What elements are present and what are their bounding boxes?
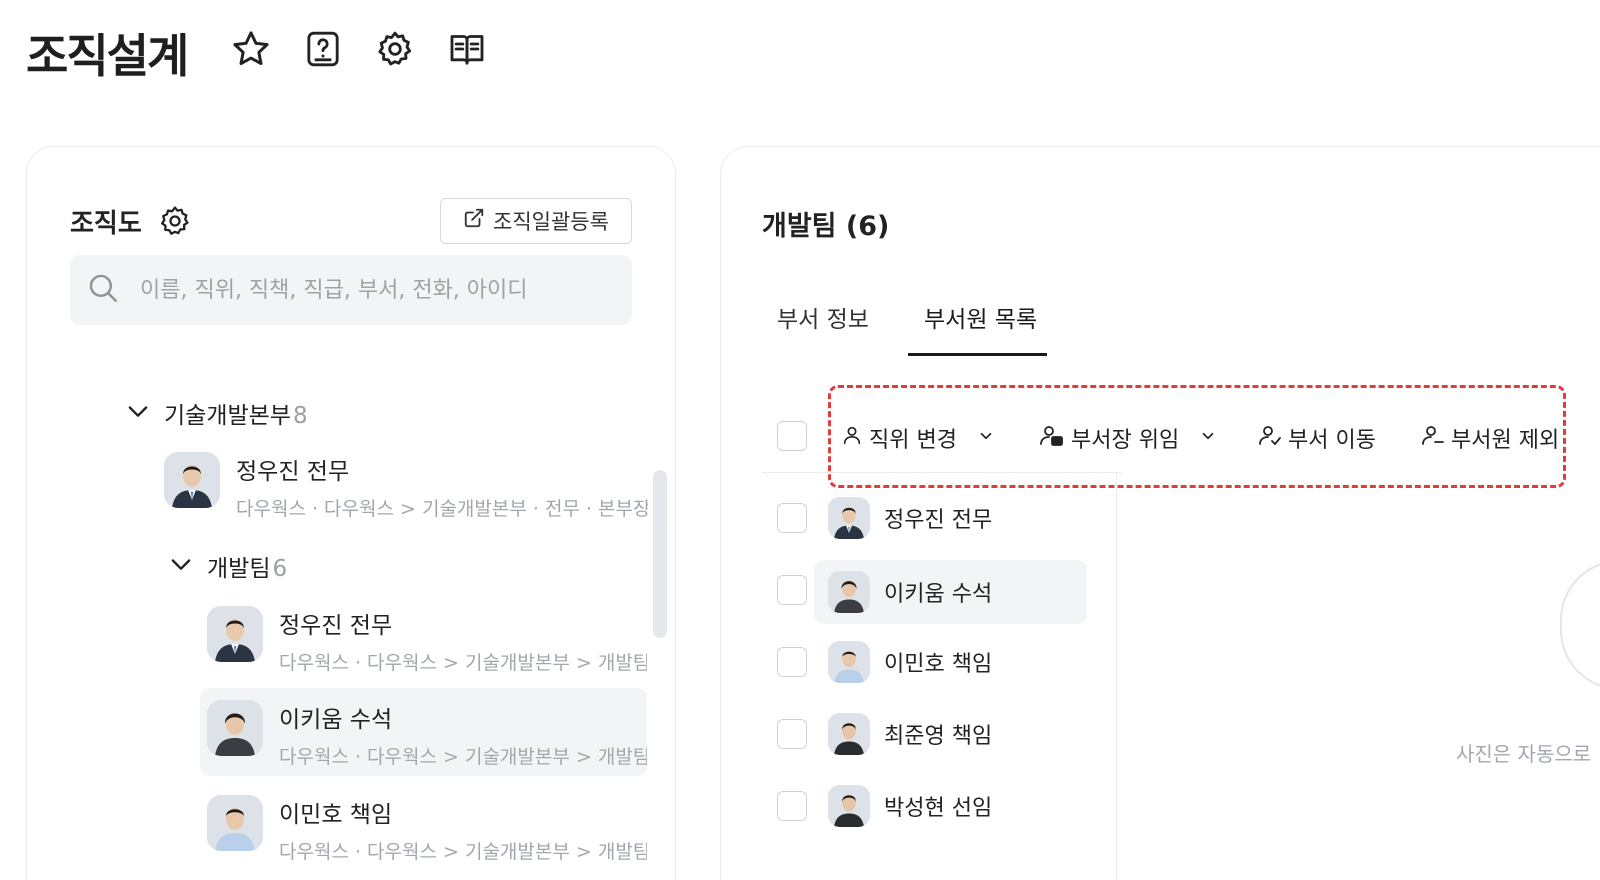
remove-member-button[interactable]: 부서원 제외	[1421, 422, 1559, 454]
team-count: 6	[272, 556, 288, 582]
member-checkbox[interactable]	[777, 503, 807, 533]
list-item[interactable]: 최준영 책임	[828, 713, 992, 755]
avatar	[828, 641, 870, 683]
bulk-register-button[interactable]: 조직일괄등록	[440, 198, 632, 244]
member-name: 이민호 책임	[884, 652, 993, 677]
list-item[interactable]: 이민호 책임	[828, 641, 992, 683]
star-icon[interactable]	[230, 28, 272, 70]
page-title: 조직설계	[26, 29, 189, 83]
remove-member-label: 부서원 제외	[1451, 428, 1560, 453]
bulk-register-label: 조직일괄등록	[493, 211, 609, 234]
tab-dept-info[interactable]: 부서 정보	[777, 300, 869, 334]
person-name: 이민호 책임	[279, 802, 393, 828]
move-department-label: 부서 이동	[1288, 428, 1376, 453]
user-crown-icon	[1039, 423, 1065, 453]
member-checkbox[interactable]	[777, 575, 807, 605]
user-icon	[841, 423, 863, 453]
tree-node-team[interactable]: 개발팀6	[167, 549, 287, 583]
org-chart-title: 조직도	[70, 209, 142, 239]
person-path: 다우웍스 · 다우웍스 > 기술개발본부 > 개발팀	[279, 841, 647, 863]
member-checkbox[interactable]	[777, 791, 807, 821]
change-position-button[interactable]: 직위 변경	[841, 422, 995, 454]
team-label: 개발팀	[207, 556, 271, 582]
tree-scrollbar[interactable]	[653, 470, 667, 638]
move-department-button[interactable]: 부서 이동	[1258, 422, 1376, 454]
avatar	[207, 700, 263, 756]
divider	[1116, 472, 1117, 880]
avatar	[207, 795, 263, 851]
divider	[762, 472, 1122, 473]
member-name: 이키움 수석	[884, 582, 993, 607]
avatar	[828, 571, 870, 613]
avatar	[207, 606, 263, 662]
member-name: 정우진 전무	[884, 508, 993, 533]
org-search-box[interactable]	[70, 255, 632, 325]
department-title: 개발팀 (6)	[762, 211, 890, 242]
chevron-down-icon[interactable]	[124, 397, 152, 429]
chevron-down-icon	[977, 426, 995, 451]
list-item[interactable]: 정우진 전무	[828, 497, 992, 539]
tree-node-division[interactable]: 기술개발본부8	[124, 396, 308, 430]
division-label: 기술개발본부	[164, 403, 291, 429]
delegate-head-label: 부서장 위임	[1071, 428, 1180, 453]
help-icon[interactable]	[302, 28, 344, 70]
tree-person[interactable]: 정우진 전무 다우웍스 · 다우웍스 > 기술개발본부 > 개발팀	[207, 606, 647, 675]
tab-member-list[interactable]: 부서원 목록	[924, 300, 1037, 334]
member-name: 최준영 책임	[884, 724, 993, 749]
division-count: 8	[292, 403, 308, 429]
avatar	[828, 785, 870, 827]
person-path: 다우웍스 · 다우웍스 > 기술개발본부 > 개발팀	[279, 652, 647, 674]
member-checkbox[interactable]	[777, 719, 807, 749]
person-name: 정우진 전무	[279, 613, 393, 639]
select-all-checkbox[interactable]	[777, 421, 807, 451]
avatar	[828, 713, 870, 755]
external-link-icon	[463, 207, 485, 235]
person-path: 다우웍스 · 다우웍스 > 기술개발본부 > 개발팀	[279, 746, 647, 768]
user-move-icon	[1258, 423, 1282, 453]
list-item-selected[interactable]: 이키움 수석	[814, 560, 1087, 624]
book-icon[interactable]	[446, 28, 488, 70]
list-item[interactable]: 박성현 선임	[828, 785, 992, 827]
tree-person[interactable]: 이민호 책임 다우웍스 · 다우웍스 > 기술개발본부 > 개발팀	[207, 795, 647, 864]
member-checkbox[interactable]	[777, 647, 807, 677]
org-search-input[interactable]	[140, 277, 600, 303]
avatar	[828, 497, 870, 539]
chevron-down-icon[interactable]	[167, 550, 195, 582]
person-name: 정우진 전무	[236, 459, 350, 485]
change-position-label: 직위 변경	[869, 428, 957, 453]
tree-person-division-head[interactable]: 정우진 전무 다우웍스 · 다우웍스 > 기술개발본부 · 전무 · 본부장	[164, 452, 648, 521]
person-path: 다우웍스 · 다우웍스 > 기술개발본부 · 전무 · 본부장	[236, 498, 648, 520]
tree-person-selected[interactable]: 이키움 수석 다우웍스 · 다우웍스 > 기술개발본부 > 개발팀	[200, 688, 647, 776]
active-tab-indicator	[908, 353, 1047, 356]
avatar	[164, 452, 220, 508]
user-minus-icon	[1421, 423, 1445, 453]
person-name: 이키움 수석	[279, 707, 393, 733]
chevron-down-icon	[1199, 426, 1217, 451]
photo-note: 사진은 자동으로	[1456, 742, 1592, 766]
org-settings-gear-icon[interactable]	[158, 204, 192, 238]
delegate-head-button[interactable]: 부서장 위임	[1039, 422, 1217, 454]
search-icon	[86, 271, 120, 309]
gear-icon[interactable]	[374, 28, 416, 70]
member-name: 박성현 선임	[884, 796, 993, 821]
